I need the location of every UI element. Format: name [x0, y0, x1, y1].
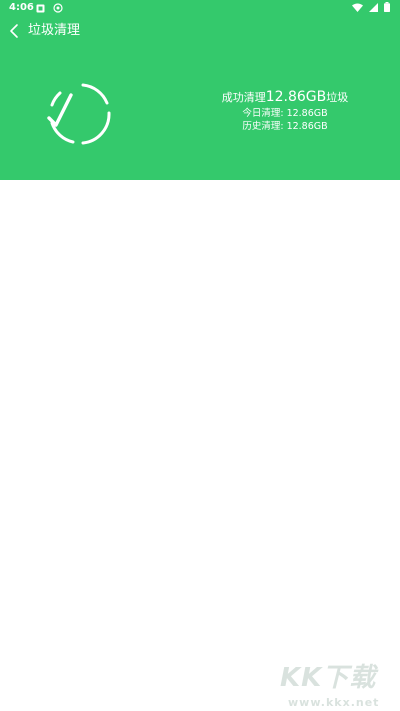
chevron-left-icon: [10, 24, 18, 38]
back-button[interactable]: [6, 22, 24, 40]
clean-complete-check-icon: [47, 83, 111, 145]
status-notification-icons: [36, 3, 63, 13]
status-time: 4:06: [9, 2, 34, 13]
headline-amount: 12.86GB: [265, 89, 327, 105]
today-clean-value: 12.86GB: [286, 108, 328, 119]
notification-box-icon: [36, 4, 45, 12]
page-title: 垃圾清理: [28, 23, 81, 38]
watermark-url: www.kkx.net: [288, 696, 380, 709]
clean-headline: 成功清理12.86GB垃圾: [210, 88, 360, 107]
watermark: KK下载 www.kkx.net: [280, 657, 398, 709]
today-clean-label: 今日清理:: [242, 108, 287, 119]
result-header: 4:06 垃圾清理 成功清理12.86GB垃圾 今日清理: 12.86GB 历史…: [0, 0, 400, 180]
signal-icon: [369, 2, 378, 12]
wifi-icon: [352, 3, 363, 12]
watermark-logo-text: KK下载: [280, 663, 377, 693]
history-clean-label: 历史清理:: [242, 121, 287, 132]
status-system-icons: [352, 2, 390, 12]
battery-icon: [384, 2, 390, 12]
history-clean-value: 12.86GB: [286, 121, 328, 132]
notification-circle-icon: [53, 3, 63, 13]
toolbar: 垃圾清理: [0, 16, 400, 48]
clean-result-info: 成功清理12.86GB垃圾 今日清理: 12.86GB 历史清理: 12.86G…: [210, 88, 360, 133]
status-bar: 4:06: [0, 0, 400, 16]
headline-prefix: 成功清理: [221, 91, 266, 104]
headline-suffix: 垃圾: [326, 91, 349, 104]
today-clean-stat: 今日清理: 12.86GB: [210, 107, 360, 120]
history-clean-stat: 历史清理: 12.86GB: [210, 120, 360, 133]
